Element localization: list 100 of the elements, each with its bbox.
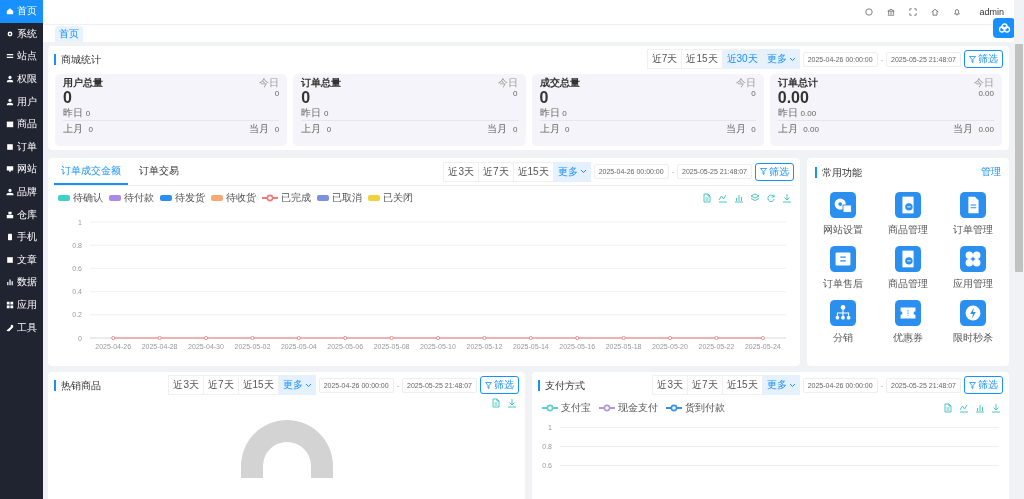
sidebar-item[interactable]: 工具 [0,316,43,339]
shortcut-item[interactable]: 商品管理 [875,246,941,291]
stack-icon[interactable] [750,193,760,203]
shortcut-item[interactable]: 商品管理 [875,192,941,237]
range-tab[interactable]: 近7天 [646,49,683,69]
today-label: 今日 [974,76,994,90]
legend-label[interactable]: 已取消 [332,191,362,205]
shortcut-item[interactable]: 应用管理 [940,246,1005,291]
lightning-icon [959,300,986,326]
sidebar-item[interactable]: 商品 [0,112,43,136]
panel-title: 商城统计 [54,53,101,65]
data-point [389,336,394,340]
sidebar-item[interactable]: 权限 [0,67,43,91]
data-point [204,336,208,340]
person-icon [6,97,14,106]
scrollbar-thumb[interactable] [1015,44,1023,272]
shortcut-item[interactable]: 限时秒杀 [940,300,1005,345]
shortcut-item[interactable]: 订单售后 [811,246,876,291]
square-icon [6,142,14,151]
range-tab[interactable]: 近15天 [681,49,723,69]
today-label: 今日 [735,76,756,90]
data-view-icon[interactable] [943,403,953,413]
shortcut-item[interactable]: 分销 [811,300,876,345]
download-icon[interactable] [507,398,517,408]
legend-label[interactable]: 待确认 [73,191,103,205]
sidebar-item[interactable]: 品牌 [0,180,43,204]
last-month-value: 0 [565,125,570,134]
legend-label[interactable]: 现金支付 [618,401,658,415]
shortcut-item[interactable]: 网站设置 [811,192,876,237]
yesterday-value: 0.00 [800,109,817,118]
range-tab[interactable]: 近15天 [512,161,554,182]
bell-icon[interactable] [953,8,962,16]
last-month-label: 上月 [301,123,322,134]
sidebar-item[interactable]: 用户 [0,90,43,113]
sidebar-item[interactable]: 网站 [0,158,43,181]
cloud-button[interactable] [993,18,1014,38]
data-point [296,336,301,340]
cloud-icon [997,23,1011,33]
data-point [436,336,440,340]
range-tab[interactable]: 近15天 [237,375,279,395]
line-chart-icon[interactable] [959,403,969,413]
range-tab[interactable]: 近3天 [652,375,688,395]
legend-label[interactable]: 待付款 [124,191,154,205]
this-month-value: 0 [513,125,518,134]
legend-label[interactable]: 待发货 [175,191,205,205]
data-point [760,336,765,340]
legend-label[interactable]: 已完成 [281,191,311,205]
fullscreen-icon[interactable] [909,8,918,16]
sidebar-item[interactable]: 仓库 [0,203,43,226]
shortcut-item[interactable]: 订单管理 [940,192,1005,237]
range-tab[interactable]: 近3天 [168,375,204,395]
range-tab[interactable]: 近3天 [443,161,479,182]
range-tab[interactable]: 近7天 [202,375,239,395]
boxes-icon [6,210,14,219]
data-point [250,336,255,340]
grid-icon [6,301,14,309]
shortcut-item[interactable]: 优惠券 [875,300,941,345]
sidebar-item[interactable]: 数据 [0,271,43,294]
last-month-value: 0 [326,125,332,134]
legend-label[interactable]: 待收货 [226,191,256,205]
petals-icon [959,246,986,272]
data-point [157,336,162,340]
line-chart-icon[interactable] [718,193,728,203]
sidebar-item[interactable]: 系统 [0,22,43,46]
range-tab[interactable]: 近7天 [477,161,514,182]
today-value: 0 [751,89,756,98]
legend-label[interactable]: 已关闭 [383,191,413,205]
bar-chart-icon[interactable] [975,403,985,413]
data-view-icon[interactable] [491,398,501,408]
data-view-icon[interactable] [702,193,712,203]
legend-label[interactable]: 支付宝 [561,401,591,415]
panel-title: 常用功能 [815,166,862,178]
home-icon[interactable] [931,8,940,16]
bar-chart-icon[interactable] [734,193,744,203]
yesterday-label: 昨日 [539,107,560,118]
range-tab[interactable]: 近7天 [686,375,723,395]
bar-chart-icon [6,278,14,287]
sidebar-item[interactable]: 站点 [0,45,43,68]
yesterday-label: 昨日 [301,107,322,118]
range-tab[interactable]: 近15天 [721,375,763,395]
yesterday-value: 0 [85,109,91,118]
legend-label[interactable]: 货到付款 [685,401,725,415]
refresh-icon[interactable] [766,193,776,203]
bank-icon[interactable] [887,8,896,16]
chart-tab[interactable]: 订单交易 [132,158,186,185]
this-month-label: 当月 [487,123,508,134]
this-month-label: 当月 [725,123,746,134]
sidebar-item[interactable]: 手机 [0,225,43,249]
download-icon[interactable] [782,193,792,203]
download-icon[interactable] [991,403,1001,413]
last-month-value: 0 [88,125,93,134]
caret-icon [788,382,796,388]
sidebar-item[interactable]: 文章 [0,248,43,272]
sidebar-item[interactable]: 订单 [0,135,43,159]
data-point [528,336,533,340]
sidebar-item[interactable]: 应用 [0,293,43,317]
data-point [575,336,580,340]
user-name[interactable]: admin [979,7,1004,17]
network-icon [830,300,857,326]
today-value: 0 [513,89,518,98]
